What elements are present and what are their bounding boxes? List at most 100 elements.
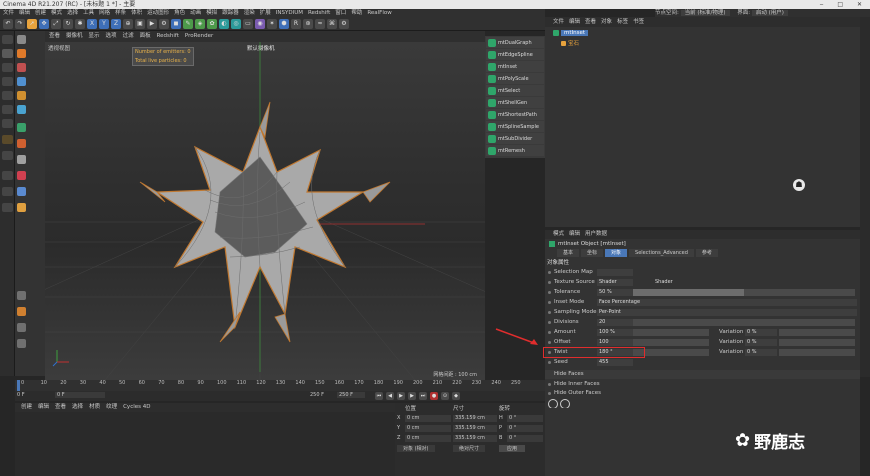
material-menu-item[interactable]: Cycles 4D [123,403,150,412]
property-value[interactable]: Per-Point [597,309,857,316]
model-mode-icon[interactable] [2,49,13,58]
variation-value[interactable]: 0 % [745,329,777,336]
gear-icon[interactable]: ⚙ [339,18,349,29]
menu-item[interactable]: 窗口 [335,9,346,17]
tag-icon[interactable] [17,155,26,164]
render-settings-icon[interactable]: ⚙ [159,18,169,29]
menu-item[interactable]: 渲染 [244,9,255,17]
plugin-item[interactable]: mtShellGen [486,97,544,108]
menu-item[interactable]: 体积 [131,9,142,17]
min-frame-field[interactable]: 0 F [55,392,105,398]
layer-icon[interactable] [17,105,26,114]
material-menu-item[interactable]: 纹理 [106,403,117,412]
property-slider[interactable] [633,329,709,336]
variation-value[interactable]: 0 % [745,339,777,346]
floor-icon[interactable]: ▭ [243,18,253,29]
motion-icon[interactable] [17,203,26,212]
render-region-icon[interactable]: ▣ [135,18,145,29]
viewport-menu-item[interactable]: 过滤 [123,31,134,42]
size-field[interactable]: 335.159 cm [453,415,497,422]
am-menu-item[interactable]: 用户数据 [585,230,607,239]
menu-item[interactable]: 跟踪器 [222,9,239,17]
animate-dot-icon[interactable] [548,383,551,386]
object-row-gem[interactable]: 宝石 [561,39,579,47]
om-menu-item[interactable]: 文件 [553,17,564,27]
brush-icon[interactable] [17,63,26,72]
edges-mode-icon[interactable] [2,105,13,114]
cube-icon[interactable]: ◼ [171,18,181,29]
menu-item[interactable]: 模拟 [206,9,217,17]
attribute-tab[interactable]: 参考 [695,249,718,257]
material-menu-item[interactable]: 创建 [21,403,32,412]
animate-dot-icon[interactable] [548,271,551,274]
menu-item[interactable]: INSYDIUM [276,9,303,17]
animate-dot-icon[interactable] [548,361,551,364]
menu-item[interactable]: 选择 [67,9,78,17]
coord-system-icon[interactable]: ⊕ [123,18,133,29]
move-icon[interactable]: ✥ [39,18,49,29]
menu-item[interactable]: 网格 [99,9,110,17]
snap-icon[interactable] [2,135,13,144]
variation-slider[interactable] [779,339,855,346]
property-slider[interactable] [633,339,709,346]
plugin-item[interactable]: mtEdgeSpline [486,49,544,60]
points-mode-icon[interactable] [2,91,13,100]
plugin-item[interactable]: mtRemesh [486,145,544,156]
property-value[interactable] [597,269,633,276]
axis-mode-icon[interactable] [2,151,13,160]
plugin-item[interactable]: mtPolyScale [486,73,544,84]
menu-item[interactable]: 模式 [51,9,62,17]
go-end-icon[interactable]: ⏭ [419,392,427,400]
play-icon[interactable]: ▶ [397,392,405,400]
om-menu-item[interactable]: 书签 [633,17,644,27]
rotation-field[interactable]: 0 ° [507,415,543,422]
select-icon[interactable]: ➚ [27,18,37,29]
recent-tool-icon[interactable]: ✱ [75,18,85,29]
rotation-field[interactable]: 0 ° [507,435,543,442]
animate-dot-icon[interactable] [548,392,551,395]
tool-icon-c[interactable] [17,323,26,332]
variation-slider[interactable] [779,349,855,356]
redo-icon[interactable]: ↷ [15,18,25,29]
paint-icon[interactable] [17,35,26,44]
hair-icon[interactable] [17,187,26,196]
snap-settings-icon[interactable] [17,77,26,86]
deformer-icon[interactable]: ◐ [219,18,229,29]
rotation-field[interactable]: 0 ° [507,425,543,432]
menu-item[interactable]: 文件 [3,9,14,17]
plugin-item[interactable]: mtShortestPath [486,109,544,120]
om-menu-item[interactable]: 查看 [585,17,596,27]
attribute-tab[interactable]: 基本 [557,249,580,257]
camera-icon[interactable]: ◉ [255,18,265,29]
next-key-icon[interactable]: ▶ [408,392,416,400]
array-icon[interactable]: ✿ [207,18,217,29]
hide-faces-section[interactable]: Hide Faces [545,370,860,379]
xp-icon[interactable]: ⊛ [303,18,313,29]
om-menu-item[interactable]: 对象 [601,17,612,27]
workplane-icon[interactable] [2,77,13,86]
autokey-icon[interactable]: ⊙ [441,392,449,400]
tool-icon-a[interactable] [17,291,26,300]
position-field[interactable]: 0 cm [405,415,451,422]
object-row-mtinset[interactable]: mtInset [553,30,589,36]
material-menu-item[interactable]: 选择 [72,403,83,412]
viewport-menu-item[interactable]: 面板 [140,31,151,42]
variation-value[interactable]: 0 % [745,349,777,356]
menu-item[interactable]: 动画 [190,9,201,17]
subdivision-icon[interactable]: ◈ [195,18,205,29]
material-menu-item[interactable]: 编辑 [38,403,49,412]
field-icon[interactable]: ◎ [231,18,241,29]
viewport-menu-item[interactable]: ProRender [185,31,213,42]
workplane-lock-icon[interactable] [2,203,13,212]
property-slider[interactable] [633,319,855,326]
animate-dot-icon[interactable] [548,281,551,284]
material-menu-item[interactable]: 查看 [55,403,66,412]
attribute-tab[interactable]: 坐标 [581,249,604,257]
animate-dot-icon[interactable] [548,291,551,294]
y-axis-icon[interactable]: Y [99,18,109,29]
go-start-icon[interactable]: ⏮ [375,392,383,400]
python-icon[interactable]: ⌘ [327,18,337,29]
menu-item[interactable]: 样条 [115,9,126,17]
property-value[interactable]: 20 [597,319,633,326]
layout-select[interactable]: 启动 (用户) [751,10,788,16]
